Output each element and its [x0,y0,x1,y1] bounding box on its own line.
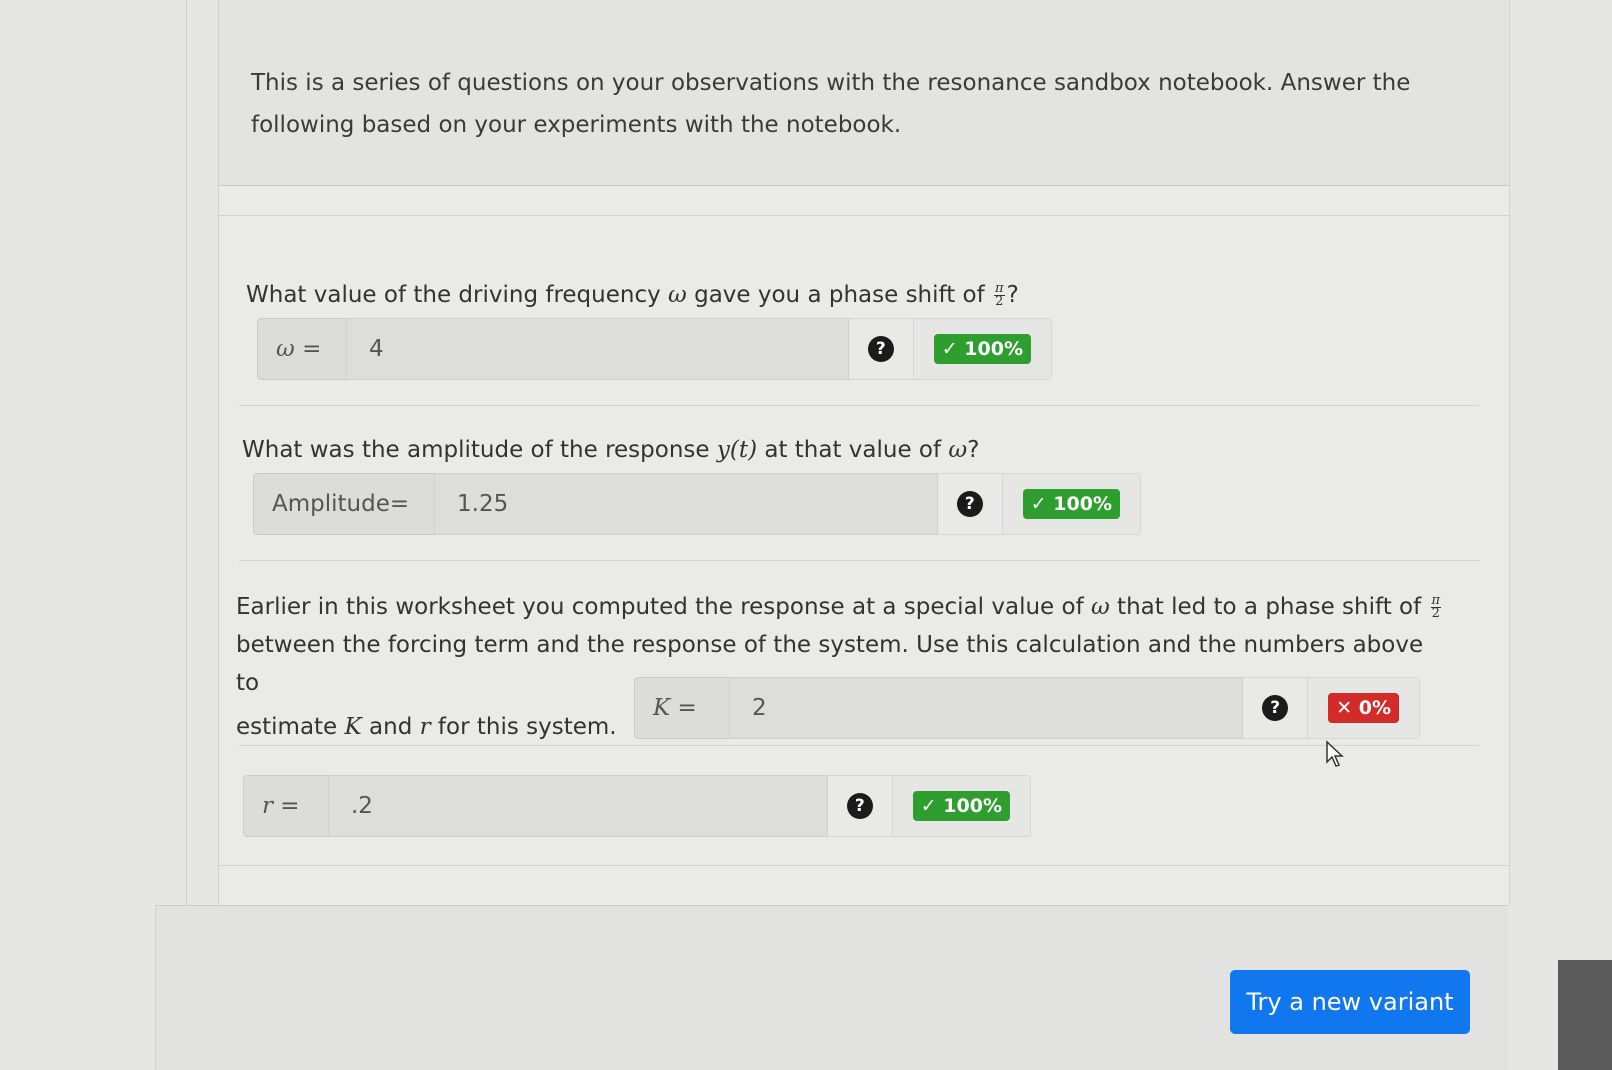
fraction-denominator: 2 [995,294,1004,309]
k-score-cell: ✕ 0% [1307,677,1420,739]
divider [219,215,1509,216]
intro-text: This is a series of questions on your ob… [251,70,1411,138]
q1-text-middle: gave you a phase shift of [686,282,993,308]
r-input-group: r = .2 ? ✓ 100% [243,775,1031,837]
omega-symbol: ω [948,437,968,463]
r-input[interactable]: .2 [329,775,828,837]
omega-symbol: ω [668,282,687,308]
r-help-button[interactable]: ? [827,775,892,837]
question-mark-icon: ? [867,336,894,362]
fraction-denominator: 2 [1431,606,1440,621]
question-1-text: What value of the driving frequency ω ga… [246,282,1019,308]
amplitude-help-button[interactable]: ? [937,473,1002,535]
divider [239,560,1479,561]
q3-line3-mid: and [361,714,420,740]
q1-text-before: What value of the driving frequency [246,282,669,308]
k-label: K = [634,677,730,739]
q3-line1-after: that led to a phase shift of [1109,594,1429,620]
q2-text-before: What was the amplitude of the response [242,437,717,463]
q3-line3-before: estimate [236,714,345,740]
omega-score-cell: ✓ 100% [912,318,1052,380]
question-mark-icon: ? [1262,695,1289,721]
k-symbol: K [344,714,362,740]
question-2-text: What was the amplitude of the response y… [242,437,979,463]
r-label: r = [243,775,329,837]
q3-line1-before: Earlier in this worksheet you computed t… [236,594,1091,620]
score-badge-correct: ✓ 100% [1022,489,1120,519]
r-symbol: r [419,714,431,740]
question-mark-icon: ? [846,793,873,819]
omega-label: ω = [257,318,347,380]
amplitude-input[interactable]: 1.25 [435,473,938,535]
amplitude-score-cell: ✓ 100% [1001,473,1141,535]
q3-line3-after: for this system. [430,714,617,740]
divider [219,865,1509,866]
omega-input[interactable]: 4 [347,318,849,380]
pi-over-2-fraction: π2 [994,282,1005,309]
screen-edge [1558,960,1612,1070]
amplitude-label: Amplitude= [253,473,435,535]
score-badge-correct: ✓ 100% [912,791,1010,821]
pi-over-2-fraction: π2 [1430,594,1442,621]
k-input[interactable]: 2 [730,677,1244,739]
q2-text-middle: at that value of [757,437,949,463]
page: This is a series of questions on your ob… [0,0,1612,1070]
q1-text-after: ? [1006,282,1019,308]
score-badge-correct: ✓ 100% [933,334,1031,364]
omega-symbol: ω [1090,594,1110,620]
k-help-button[interactable]: ? [1243,677,1308,739]
try-new-variant-button[interactable]: Try a new variant [1230,970,1470,1034]
y-of-t-symbol: y(t) [716,437,758,463]
q2-text-after: ? [967,437,980,463]
amplitude-input-group: Amplitude= 1.25 ? ✓ 100% [253,473,1141,535]
card-header: This is a series of questions on your ob… [219,0,1509,186]
divider [239,405,1479,406]
q3-line-1: Earlier in this worksheet you computed t… [236,588,1446,626]
question-mark-icon: ? [956,491,983,517]
omega-help-button[interactable]: ? [848,318,913,380]
score-badge-incorrect: ✕ 0% [1328,693,1399,723]
r-score-cell: ✓ 100% [891,775,1031,837]
k-input-group: K = 2 ? ✕ 0% [634,677,1420,739]
omega-input-group: ω = 4 ? ✓ 100% [257,318,1052,380]
